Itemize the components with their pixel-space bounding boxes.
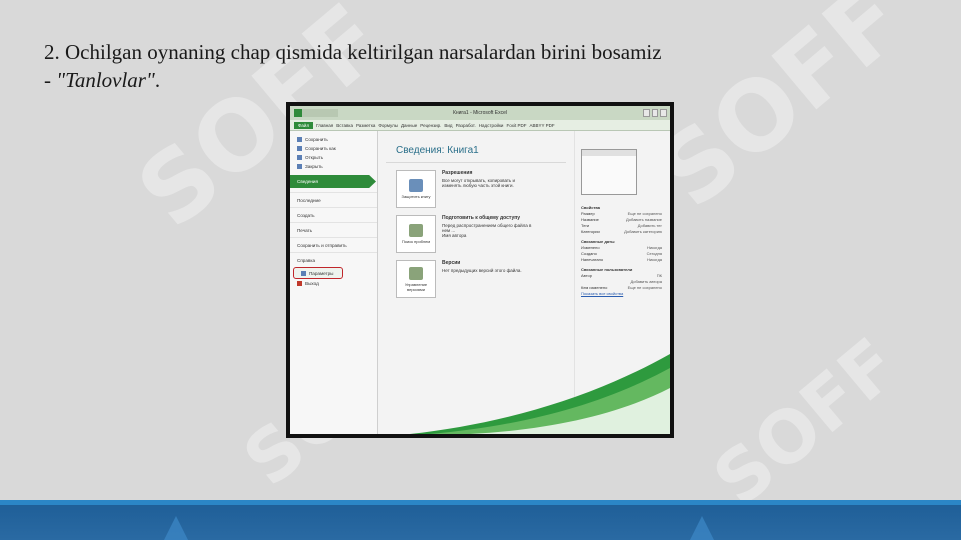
tab-layout[interactable]: Разметка — [356, 123, 375, 128]
slide-caption: 2. Ochilgan oynaning chap qismida keltir… — [44, 38, 924, 94]
workbook-thumbnail — [581, 149, 637, 195]
nav-save-as[interactable]: Сохранить как — [290, 144, 377, 153]
window-title: Книга1 - Microsoft Excel — [452, 110, 508, 116]
manage-versions-button[interactable]: Управление версиями — [396, 260, 436, 298]
footer-decoration — [164, 516, 188, 540]
open-folder-icon — [297, 155, 302, 160]
close-icon[interactable] — [660, 109, 668, 117]
versions-desc: Версии Нет предыдущих версий этого файла. — [442, 260, 522, 273]
info-heading: Сведения: Книга1 — [396, 145, 479, 156]
tab-home[interactable]: Главная — [316, 123, 333, 128]
window-controls — [643, 109, 668, 117]
inspect-icon — [409, 224, 423, 237]
tab-addins[interactable]: Надстройки — [479, 123, 504, 128]
excel-screenshot: Книга1 - Microsoft Excel Файл Главная Вс… — [286, 102, 674, 438]
slide-footer-bar — [0, 500, 961, 540]
prepare-desc: Подготовить к общему доступу Перед распро… — [442, 215, 532, 238]
nav-save[interactable]: Сохранить — [290, 135, 377, 144]
show-all-properties-link[interactable]: Показать все свойства — [581, 291, 670, 297]
quick-access-toolbar[interactable] — [294, 109, 338, 117]
excel-window: Книга1 - Microsoft Excel Файл Главная Вс… — [290, 106, 670, 434]
info-panel: Сведения: Книга1 Защитить книгу Разрешен… — [382, 131, 570, 434]
versions-section: Управление версиями Версии Нет предыдущих… — [396, 260, 570, 298]
tab-view[interactable]: Вид — [444, 123, 452, 128]
prop-printed: Напечатано Никогда — [581, 257, 662, 262]
nav-exit[interactable]: Выход — [290, 279, 377, 288]
nav-new[interactable]: Создать — [290, 207, 377, 222]
nav-options-highlighted[interactable]: Параметры — [293, 267, 343, 279]
nav-info[interactable]: Сведения — [290, 175, 376, 188]
divider — [386, 162, 566, 163]
prepare-section: Поиск проблем Подготовить к общему досту… — [396, 215, 570, 253]
lock-icon — [409, 179, 423, 192]
tab-foxit[interactable]: Foxit PDF — [506, 123, 526, 128]
permissions-section: Защитить книгу Разрешения Все могут откры… — [396, 170, 570, 208]
ribbon-tabs: Файл Главная Вставка Разметка Формулы Да… — [290, 120, 670, 131]
minimize-icon[interactable] — [643, 109, 650, 117]
excel-titlebar: Книга1 - Microsoft Excel — [290, 106, 670, 120]
caption-line-1: 2. Ochilgan oynaning chap qismida keltir… — [44, 40, 662, 64]
watermark-logo: SOFF — [636, 0, 925, 230]
save-as-icon — [297, 146, 302, 151]
caption-option-name: "Tanlovlar" — [56, 68, 155, 92]
caption-suffix: . — [154, 68, 161, 92]
tab-review[interactable]: Рецензир. — [420, 123, 441, 128]
tab-insert[interactable]: Вставка — [336, 123, 353, 128]
caption-line-2: - "Tanlovlar". — [44, 66, 924, 94]
permissions-desc: Разрешения Все могут открывать, копироват… — [442, 170, 516, 188]
nav-recent[interactable]: Последние — [290, 192, 377, 207]
nav-print[interactable]: Печать — [290, 222, 377, 237]
watermark-logo: SOFF — [697, 321, 914, 523]
versions-icon — [409, 266, 423, 280]
close-file-icon — [297, 164, 302, 169]
nav-help[interactable]: Справка — [290, 252, 377, 267]
backstage-nav: Сохранить Сохранить как Открыть Закрыть … — [290, 131, 378, 434]
tab-file[interactable]: Файл — [294, 121, 314, 129]
tab-abbyy[interactable]: ABBYY PDF — [529, 123, 554, 128]
nav-close[interactable]: Закрыть — [290, 162, 377, 171]
footer-decoration — [690, 516, 714, 540]
protect-workbook-button[interactable]: Защитить книгу — [396, 170, 436, 208]
save-icon — [297, 137, 302, 142]
nav-open[interactable]: Открыть — [290, 153, 377, 162]
tab-data[interactable]: Данные — [401, 123, 417, 128]
tab-developer[interactable]: Разработ. — [456, 123, 476, 128]
check-issues-button[interactable]: Поиск проблем — [396, 215, 436, 253]
author-name: Имя автора — [442, 233, 467, 238]
maximize-icon[interactable] — [651, 109, 659, 117]
properties-panel: Свойства Размер Еще не сохранено Название… — [574, 131, 670, 434]
exit-icon — [297, 281, 302, 286]
tab-formulas[interactable]: Формулы — [378, 123, 398, 128]
options-icon — [301, 270, 306, 276]
prop-categories[interactable]: Категории Добавить категорию — [581, 229, 670, 235]
caption-prefix: - — [44, 68, 57, 92]
nav-share[interactable]: Сохранить и отправить — [290, 237, 377, 252]
